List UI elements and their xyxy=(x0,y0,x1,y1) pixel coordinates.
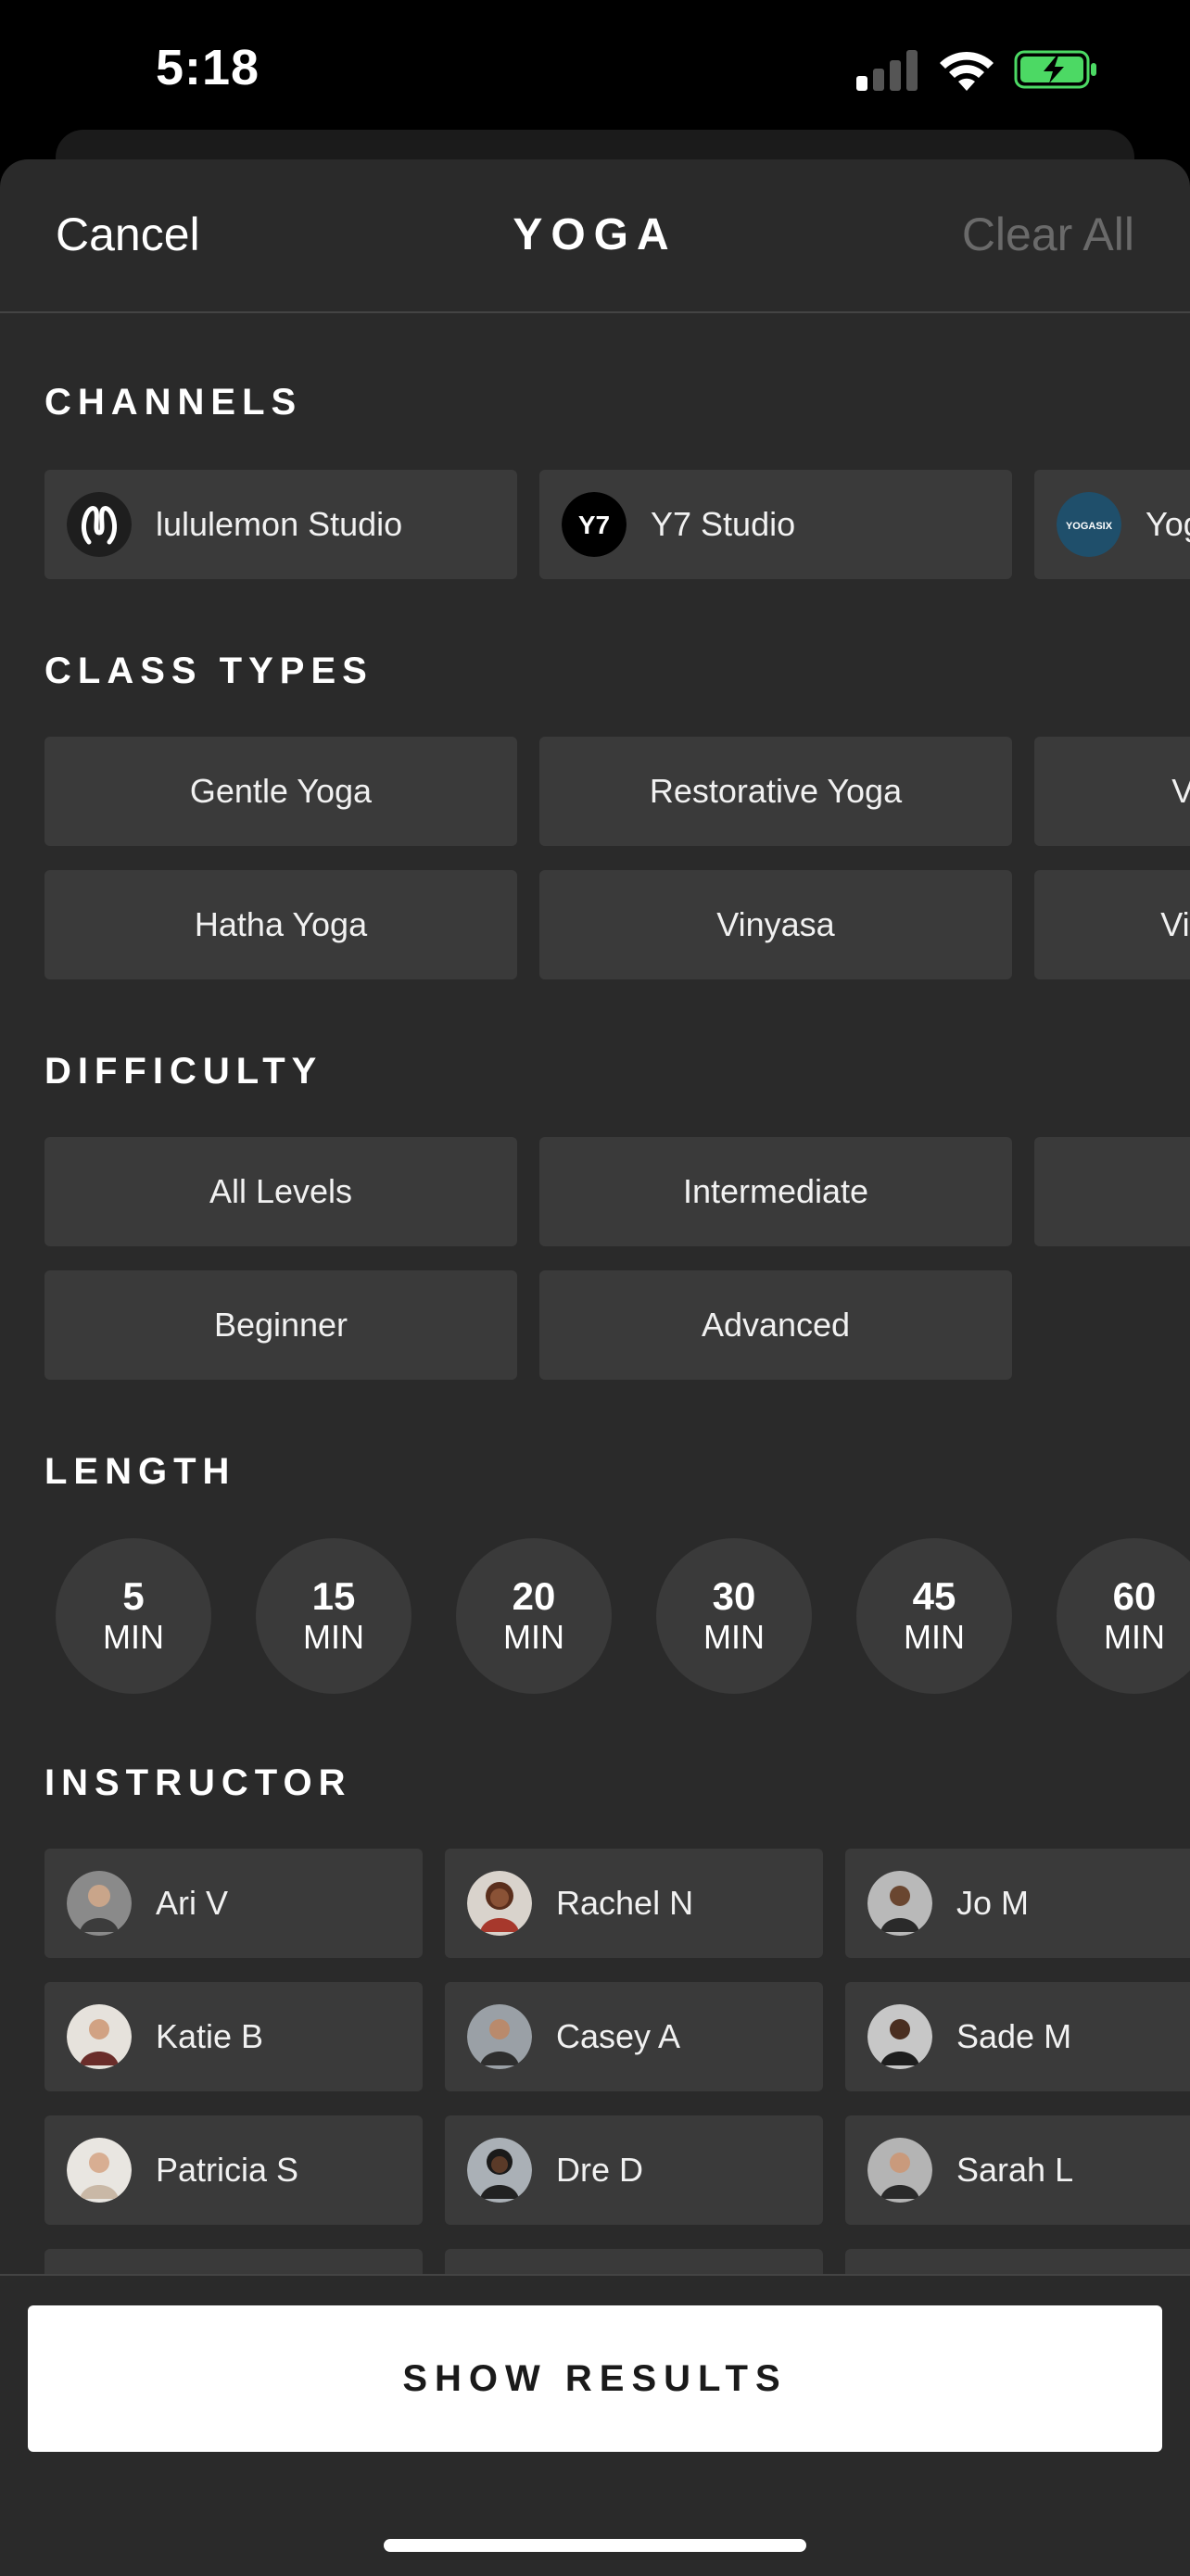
length-unit: MIN xyxy=(703,1618,765,1656)
clear-all-button[interactable]: Clear All xyxy=(962,208,1134,261)
instructor-name: Sarah L xyxy=(956,2151,1074,2189)
status-bar: 5:18 xyxy=(0,0,1190,139)
battery-charging-icon xyxy=(1014,50,1096,89)
yogasix-logo-icon: YOGASIX xyxy=(1057,492,1121,557)
instructor-avatar xyxy=(467,2004,532,2069)
show-results-button[interactable]: SHOW RESULTS xyxy=(28,2305,1162,2452)
class-type-chip[interactable]: Vinyasa xyxy=(539,870,1012,979)
instructor-name: Jo M xyxy=(956,1884,1030,1922)
length-value: 20 xyxy=(512,1574,556,1618)
length-unit: MIN xyxy=(503,1618,564,1656)
wifi-icon xyxy=(940,51,994,91)
class-type-chip[interactable]: Vinyasa Sculpt xyxy=(1034,870,1190,979)
instructor-avatar xyxy=(67,1871,132,1936)
filter-sheet: Cancel YOGA Clear All CHANNELS lululemon… xyxy=(0,159,1190,2574)
length-value: 45 xyxy=(912,1574,956,1618)
length-unit: MIN xyxy=(1104,1618,1165,1656)
class-type-chip[interactable]: Hatha Yoga xyxy=(44,870,517,979)
instructor-avatar xyxy=(67,2004,132,2069)
length-option[interactable]: 45 MIN xyxy=(856,1538,1012,1694)
length-unit: MIN xyxy=(904,1618,965,1656)
length-option[interactable]: 20 MIN xyxy=(456,1538,612,1694)
instructor-chip[interactable]: Sade M xyxy=(845,1982,1190,2091)
instructor-name: Rachel N xyxy=(556,1884,694,1922)
length-option[interactable]: 15 MIN xyxy=(256,1538,411,1694)
class-type-chip[interactable]: Restorative Yoga xyxy=(539,737,1012,846)
instructor-avatar xyxy=(467,2138,532,2203)
y7-logo-icon: Y7 xyxy=(562,492,627,557)
length-value: 30 xyxy=(712,1574,756,1618)
instructor-name: Katie B xyxy=(156,2017,264,2055)
length-option[interactable]: 60 MIN xyxy=(1057,1538,1190,1694)
home-indicator[interactable] xyxy=(384,2539,806,2552)
section-title-instructor: INSTRUCTOR xyxy=(44,1762,352,1803)
svg-text:Y7: Y7 xyxy=(578,511,610,539)
instructor-chip[interactable]: Jo M xyxy=(845,1849,1190,1958)
channel-chip-y7[interactable]: Y7 Y7 Studio xyxy=(539,470,1012,579)
sheet-header: Cancel YOGA Clear All xyxy=(0,159,1190,313)
length-value: 5 xyxy=(122,1574,145,1618)
length-option[interactable]: 5 MIN xyxy=(56,1538,211,1694)
instructor-chip[interactable]: Ari V xyxy=(44,1849,423,1958)
class-type-chip[interactable]: Vinyasa Flow xyxy=(1034,737,1190,846)
instructor-avatar xyxy=(67,2138,132,2203)
length-value: 60 xyxy=(1112,1574,1157,1618)
channel-label: lululemon Studio xyxy=(156,505,403,543)
section-title-channels: CHANNELS xyxy=(44,382,303,423)
difficulty-chip[interactable]: Intermediate xyxy=(539,1137,1012,1246)
instructor-chip[interactable]: Casey A xyxy=(445,1982,823,2091)
footer-bar: SHOW RESULTS xyxy=(0,2274,1190,2576)
instructor-avatar xyxy=(867,2004,932,2069)
status-time: 5:18 xyxy=(156,40,260,95)
channel-label: Y7 Studio xyxy=(651,505,796,543)
difficulty-chip[interactable] xyxy=(1034,1137,1190,1246)
instructor-name: Patricia S xyxy=(156,2151,299,2189)
instructor-avatar xyxy=(867,2138,932,2203)
difficulty-chip[interactable]: Beginner xyxy=(44,1270,517,1380)
instructor-name: Casey A xyxy=(556,2017,681,2055)
instructor-avatar xyxy=(467,1871,532,1936)
instructor-name: Dre D xyxy=(556,2151,644,2189)
cellular-signal-icon xyxy=(856,48,921,91)
length-unit: MIN xyxy=(303,1618,364,1656)
section-title-difficulty: DIFFICULTY xyxy=(44,1051,323,1092)
difficulty-chip[interactable]: All Levels xyxy=(44,1137,517,1246)
instructor-chip[interactable]: Dre D xyxy=(445,2115,823,2225)
length-option[interactable]: 30 MIN xyxy=(656,1538,812,1694)
instructor-name: Ari V xyxy=(156,1884,229,1922)
lululemon-logo-icon xyxy=(67,492,132,557)
channel-chip-yogasix[interactable]: YOGASIX YogaSix xyxy=(1034,470,1190,579)
section-title-length: LENGTH xyxy=(44,1451,236,1492)
instructor-chip[interactable]: Patricia S xyxy=(44,2115,423,2225)
difficulty-chip[interactable]: Advanced xyxy=(539,1270,1012,1380)
length-unit: MIN xyxy=(103,1618,164,1656)
channel-label: YogaSix xyxy=(1146,505,1190,543)
section-title-class-types: CLASS TYPES xyxy=(44,650,373,691)
length-value: 15 xyxy=(311,1574,356,1618)
channel-chip-lululemon[interactable]: lululemon Studio xyxy=(44,470,517,579)
instructor-chip[interactable]: Katie B xyxy=(44,1982,423,2091)
class-type-chip[interactable]: Gentle Yoga xyxy=(44,737,517,846)
svg-text:YOGASIX: YOGASIX xyxy=(1066,521,1113,532)
instructor-avatar xyxy=(867,1871,932,1936)
instructor-chip[interactable]: Sarah L xyxy=(845,2115,1190,2225)
instructor-name: Sade M xyxy=(956,2017,1072,2055)
instructor-chip[interactable]: Rachel N xyxy=(445,1849,823,1958)
